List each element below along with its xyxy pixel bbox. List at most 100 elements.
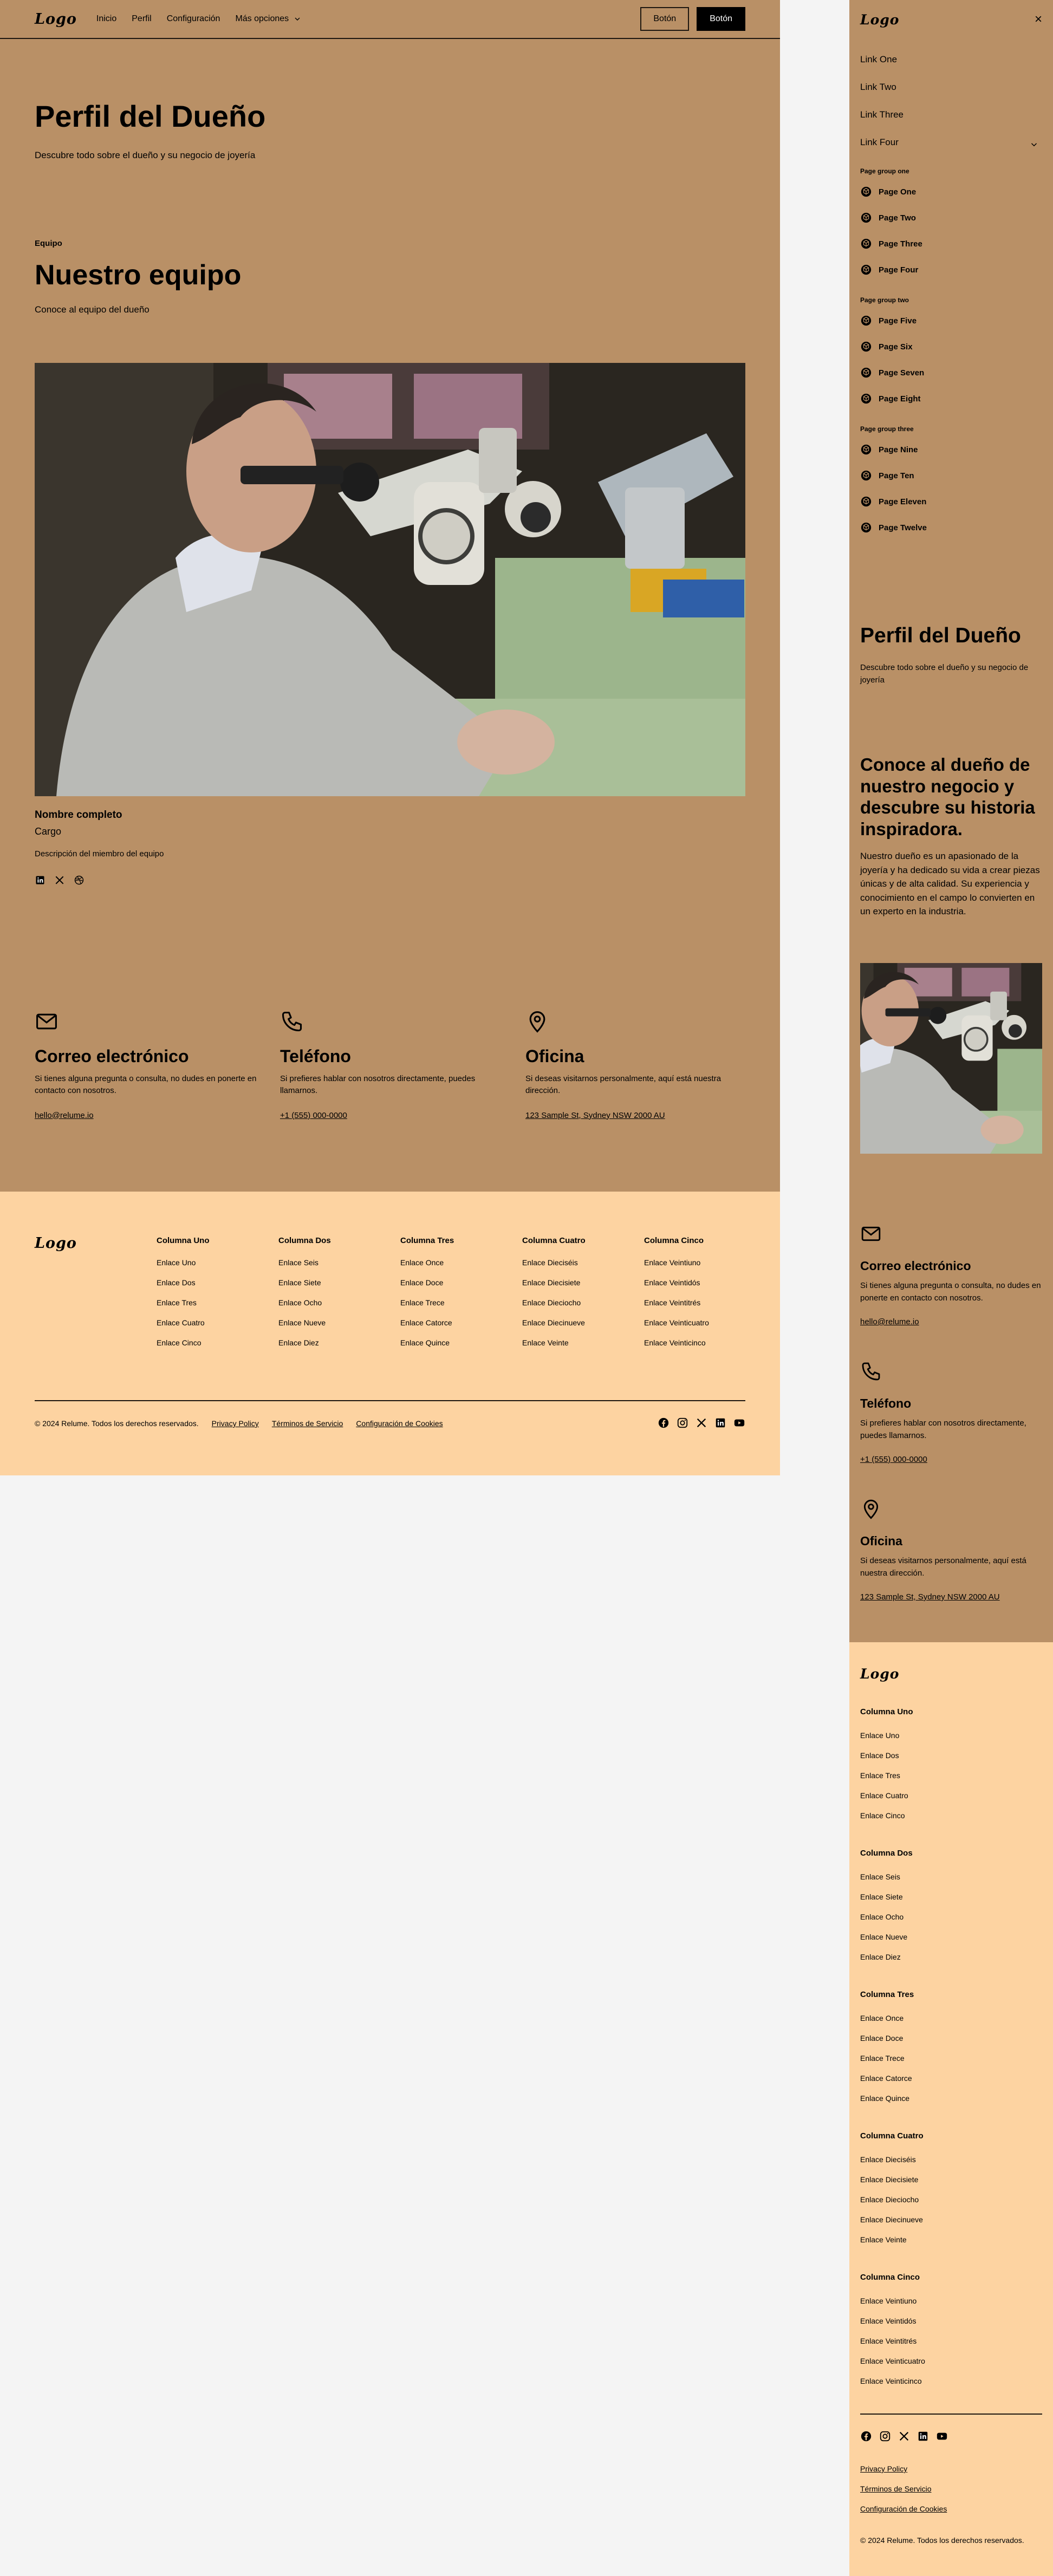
close-icon[interactable]: × (1035, 12, 1042, 27)
footer-link[interactable]: Enlace Veintidós (644, 1278, 752, 1298)
terms-link[interactable]: Términos de Servicio (860, 2484, 932, 2493)
footer-link[interactable]: Enlace Veintitrés (860, 2337, 1042, 2357)
contact-phone-link[interactable]: +1 (555) 000-0000 (860, 1455, 1042, 1464)
page-link[interactable]: Page Two (860, 212, 916, 224)
footer-link[interactable]: Enlace Veinticinco (860, 2377, 1042, 2397)
footer-link[interactable]: Enlace Cinco (157, 1338, 265, 1358)
footer-link[interactable]: Enlace Doce (400, 1278, 509, 1298)
cookie-settings-link[interactable]: Configuración de Cookies (356, 1419, 443, 1428)
mobile-logo[interactable]: Logo (860, 12, 899, 28)
terms-link[interactable]: Términos de Servicio (272, 1419, 343, 1428)
footer-link[interactable]: Enlace Cuatro (157, 1318, 265, 1338)
nav-link-inicio[interactable]: Inicio (96, 14, 116, 24)
footer-link[interactable]: Enlace Cuatro (860, 1791, 1042, 1811)
page-link[interactable]: Page Nine (860, 444, 918, 456)
footer-link[interactable]: Enlace Ocho (860, 1913, 1042, 1933)
mobile-link-one[interactable]: Link One (860, 54, 897, 65)
footer-link[interactable]: Enlace Diez (860, 1953, 1042, 1973)
footer-link[interactable]: Enlace Cinco (860, 1811, 1042, 1831)
footer-link[interactable]: Enlace Tres (860, 1771, 1042, 1791)
footer-link[interactable]: Enlace Dieciséis (860, 2155, 1042, 2175)
footer-link[interactable]: Enlace Diecinueve (860, 2215, 1042, 2235)
footer-link[interactable]: Enlace Diez (278, 1338, 387, 1358)
footer-link[interactable]: Enlace Seis (278, 1258, 387, 1278)
nav-link-configuracion[interactable]: Configuración (167, 14, 220, 24)
contact-email-link[interactable]: hello@relume.io (35, 1111, 262, 1120)
contact-phone-link[interactable]: +1 (555) 000-0000 (280, 1111, 508, 1120)
footer-link[interactable]: Enlace Diecinueve (522, 1318, 630, 1338)
footer-link[interactable]: Enlace Quince (400, 1338, 509, 1358)
footer-link[interactable]: Enlace Uno (157, 1258, 265, 1278)
contact-office-link[interactable]: 123 Sample St, Sydney NSW 2000 AU (525, 1111, 753, 1120)
cookie-settings-link[interactable]: Configuración de Cookies (860, 2505, 947, 2513)
footer-link[interactable]: Enlace Ocho (278, 1298, 387, 1318)
footer-link[interactable]: Enlace Dos (860, 1751, 1042, 1771)
instagram-icon[interactable] (879, 2430, 891, 2442)
page-link[interactable]: Page Five (860, 315, 916, 327)
footer-link[interactable]: Enlace Veintitrés (644, 1298, 752, 1318)
chevron-down-icon[interactable] (1029, 140, 1039, 149)
logo[interactable]: Logo (35, 11, 77, 28)
footer-logo[interactable]: Logo (35, 1235, 77, 1252)
footer-link[interactable]: Enlace Dieciocho (522, 1298, 630, 1318)
contact-email-link[interactable]: hello@relume.io (860, 1317, 1042, 1326)
footer-link[interactable]: Enlace Veintiuno (644, 1258, 752, 1278)
page-link[interactable]: Page Three (860, 238, 922, 250)
footer-link[interactable]: Enlace Veintidós (860, 2317, 1042, 2337)
dribbble-icon[interactable] (74, 875, 84, 886)
youtube-icon[interactable] (733, 1417, 745, 1429)
privacy-policy-link[interactable]: Privacy Policy (860, 2464, 907, 2473)
page-link[interactable]: Page Six (860, 341, 913, 353)
nav-link-mas-opciones[interactable]: Más opciones (235, 14, 302, 24)
instagram-icon[interactable] (677, 1417, 688, 1429)
mobile-link-two[interactable]: Link Two (860, 82, 896, 93)
x-icon[interactable] (696, 1417, 707, 1429)
page-link[interactable]: Page Twelve (860, 522, 927, 534)
footer-link[interactable]: Enlace Catorce (860, 2074, 1042, 2094)
footer-link[interactable]: Enlace Dieciocho (860, 2195, 1042, 2215)
footer-link[interactable]: Enlace Trece (400, 1298, 509, 1318)
page-link[interactable]: Page Eleven (860, 496, 926, 508)
footer-link[interactable]: Enlace Veinte (522, 1338, 630, 1358)
footer-link[interactable]: Enlace Veintiuno (860, 2297, 1042, 2317)
footer-link[interactable]: Enlace Siete (278, 1278, 387, 1298)
privacy-policy-link[interactable]: Privacy Policy (212, 1419, 259, 1428)
footer-link[interactable]: Enlace Diecisiete (522, 1278, 630, 1298)
footer-link[interactable]: Enlace Doce (860, 2034, 1042, 2054)
footer-link[interactable]: Enlace Nueve (860, 1933, 1042, 1953)
footer-link[interactable]: Enlace Dieciséis (522, 1258, 630, 1278)
footer-link[interactable]: Enlace Uno (860, 1731, 1042, 1751)
mobile-footer-logo[interactable]: Logo (860, 1666, 899, 1682)
page-link[interactable]: Page Seven (860, 367, 924, 379)
nav-link-perfil[interactable]: Perfil (132, 14, 151, 24)
youtube-icon[interactable] (936, 2430, 948, 2442)
x-icon[interactable] (898, 2430, 910, 2442)
footer-link[interactable]: Enlace Seis (860, 1872, 1042, 1892)
page-link[interactable]: Page Four (860, 264, 918, 276)
page-link[interactable]: Page Ten (860, 470, 914, 482)
footer-link[interactable]: Enlace Veinticuatro (860, 2357, 1042, 2377)
footer-link[interactable]: Enlace Dos (157, 1278, 265, 1298)
footer-link[interactable]: Enlace Trece (860, 2054, 1042, 2074)
footer-link[interactable]: Enlace Nueve (278, 1318, 387, 1338)
facebook-icon[interactable] (658, 1417, 670, 1429)
footer-link[interactable]: Enlace Once (860, 2014, 1042, 2034)
facebook-icon[interactable] (860, 2430, 872, 2442)
footer-link[interactable]: Enlace Veinticuatro (644, 1318, 752, 1338)
linkedin-icon[interactable] (917, 2430, 929, 2442)
contact-office-link[interactable]: 123 Sample St, Sydney NSW 2000 AU (860, 1592, 1042, 1602)
secondary-button[interactable]: Botón (640, 7, 690, 31)
footer-link[interactable]: Enlace Diecisiete (860, 2175, 1042, 2195)
linkedin-icon[interactable] (35, 875, 46, 886)
footer-link[interactable]: Enlace Quince (860, 2094, 1042, 2114)
mobile-link-four[interactable]: Link Four (860, 137, 899, 148)
mobile-link-three[interactable]: Link Three (860, 109, 903, 120)
primary-button[interactable]: Botón (697, 7, 745, 31)
footer-link[interactable]: Enlace Catorce (400, 1318, 509, 1338)
footer-link[interactable]: Enlace Siete (860, 1892, 1042, 1913)
footer-link[interactable]: Enlace Tres (157, 1298, 265, 1318)
x-icon[interactable] (54, 875, 65, 886)
footer-link[interactable]: Enlace Once (400, 1258, 509, 1278)
footer-link[interactable]: Enlace Veinte (860, 2235, 1042, 2255)
page-link[interactable]: Page One (860, 186, 916, 198)
